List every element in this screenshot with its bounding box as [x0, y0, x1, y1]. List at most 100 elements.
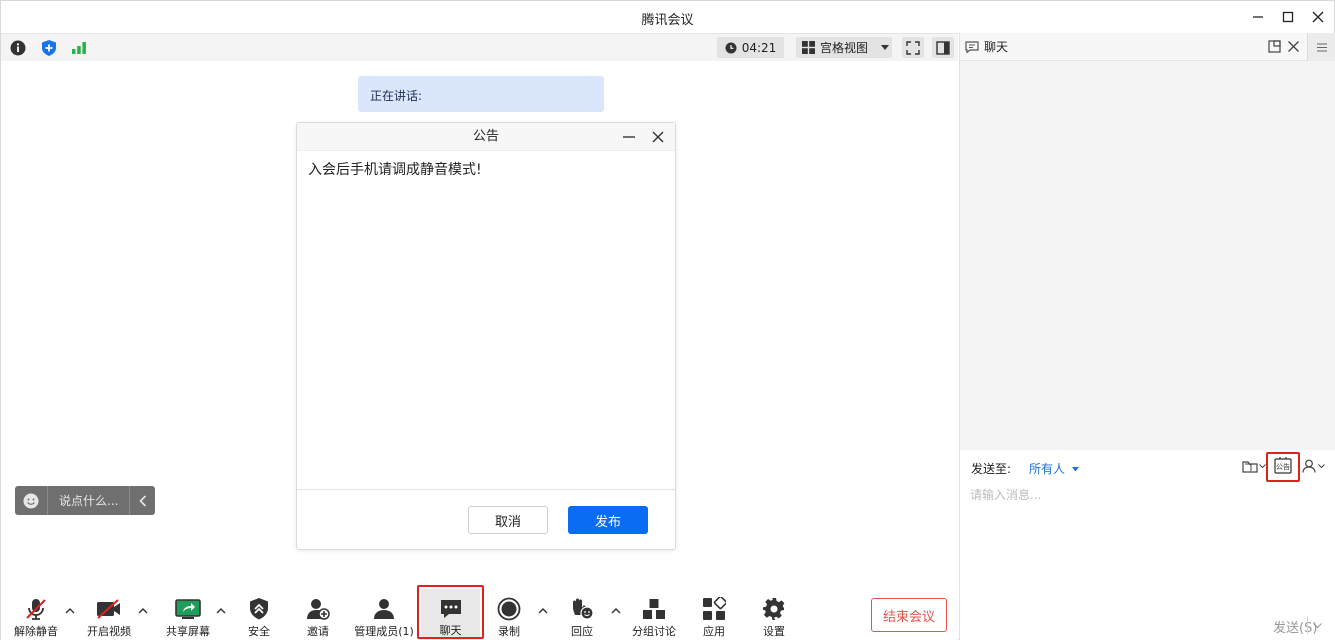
- send-to-value: 所有人: [1029, 462, 1066, 476]
- dialog-footer: 取消 发布: [297, 489, 675, 550]
- share-options-caret-icon[interactable]: [215, 605, 227, 617]
- collapse-comment-button[interactable]: [129, 486, 155, 515]
- reaction-icon: [573, 598, 594, 620]
- record-button[interactable]: 录制: [487, 581, 531, 640]
- sidebar-layout-icon: [936, 40, 950, 55]
- publish-button[interactable]: 发布: [568, 506, 648, 534]
- close-window-button[interactable]: [1304, 5, 1332, 29]
- video-off-icon: [97, 599, 120, 619]
- meeting-info-button[interactable]: [8, 38, 28, 58]
- breakout-rooms-button[interactable]: 分组讨论: [628, 581, 680, 640]
- clock-icon: [725, 42, 737, 53]
- send-divider: [1307, 616, 1308, 634]
- file-icon[interactable]: [1242, 459, 1258, 473]
- unmute-button[interactable]: 解除静音: [11, 581, 61, 640]
- end-meeting-button[interactable]: 结束会议: [871, 598, 947, 632]
- send-options-chevron-icon[interactable]: [1313, 623, 1322, 629]
- cancel-button[interactable]: 取消: [468, 506, 548, 534]
- announcement-content: 入会后手机请调成静音模式!: [308, 162, 482, 178]
- dropdown-caret-icon: [881, 44, 890, 50]
- invite-icon: [307, 599, 330, 620]
- signal-icon: [72, 42, 86, 54]
- close-chat-icon[interactable]: [1287, 40, 1300, 53]
- menu-icon: [1317, 43, 1327, 51]
- minimize-button[interactable]: [1244, 5, 1272, 29]
- gear-icon: [763, 598, 785, 620]
- toolbar-label: 共享屏幕: [166, 625, 210, 638]
- toggle-sidebar-button[interactable]: [932, 37, 954, 58]
- mic-muted-icon: [26, 599, 46, 620]
- quick-comment-bar[interactable]: 说点什么...: [15, 486, 155, 515]
- chat-message-input[interactable]: 请输入消息...: [970, 486, 1041, 503]
- apps-icon: [703, 597, 726, 620]
- chat-menu-button[interactable]: [1307, 33, 1335, 61]
- toolbar-label: 录制: [498, 625, 520, 638]
- video-options-caret-icon[interactable]: [137, 605, 149, 617]
- record-icon: [497, 597, 521, 621]
- toolbar-label: 解除静音: [14, 625, 58, 638]
- shield-icon: [250, 598, 268, 620]
- chevron-down-icon[interactable]: [1318, 464, 1325, 469]
- minimize-icon: [1253, 16, 1263, 18]
- settings-button[interactable]: 设置: [752, 581, 796, 640]
- user-icon[interactable]: [1302, 459, 1316, 473]
- dialog-title: 公告: [297, 123, 675, 151]
- fullscreen-icon: [906, 40, 920, 55]
- announcement-button-highlight: [1266, 452, 1300, 482]
- network-status-button[interactable]: [69, 38, 89, 58]
- shield-plus-icon: [42, 40, 56, 56]
- emoji-button[interactable]: [15, 486, 48, 515]
- record-options-caret-icon[interactable]: [537, 605, 549, 617]
- smiley-icon: [23, 493, 39, 508]
- info-icon: [10, 40, 26, 56]
- window-title: 腾讯会议: [641, 13, 694, 28]
- popout-icon[interactable]: [1268, 40, 1281, 53]
- fullscreen-button[interactable]: [902, 37, 924, 58]
- start-video-button[interactable]: 开启视频: [84, 581, 134, 640]
- share-screen-button[interactable]: 共享屏幕: [163, 581, 213, 640]
- chat-button-highlight: [417, 585, 484, 639]
- dropdown-caret-icon: [1071, 467, 1079, 472]
- meeting-top-bar: 04:21 宫格视图: [1, 33, 958, 61]
- chat-panel: 聊天 发送至: 所有人 公告 请输入消息... 发送(S): [959, 33, 1335, 640]
- chat-title: 聊天: [984, 40, 1009, 54]
- chevron-down-icon[interactable]: [1259, 464, 1266, 469]
- chevron-left-icon: [138, 494, 146, 507]
- maximize-button[interactable]: [1274, 5, 1302, 29]
- toolbar-label: 开启视频: [87, 625, 131, 638]
- send-to-label: 发送至:: [971, 462, 1012, 476]
- view-selector[interactable]: 宫格视图: [796, 37, 892, 58]
- quick-comment-input[interactable]: 说点什么...: [48, 492, 129, 509]
- chat-history: [960, 61, 1335, 450]
- reaction-button[interactable]: 回应: [560, 581, 604, 640]
- announcement-dialog: 公告 入会后手机请调成静音模式! 取消 发布: [296, 122, 676, 550]
- meeting-timer: 04:21: [717, 37, 784, 58]
- toolbar-label: 设置: [763, 625, 785, 638]
- meeting-window: 腾讯会议 04:21 宫格视图 正在讲话: 公告 入会后手机请调成静音模式! 取…: [0, 0, 1335, 640]
- toolbar-label: 邀请: [307, 625, 329, 638]
- security-status-button[interactable]: [39, 38, 59, 58]
- maximize-icon: [1282, 11, 1294, 23]
- title-bar: 腾讯会议: [1, 1, 1334, 33]
- view-label: 宫格视图: [820, 41, 869, 55]
- toolbar-label: 安全: [248, 625, 270, 638]
- toolbar-label: 回应: [571, 625, 593, 638]
- audio-options-caret-icon[interactable]: [64, 605, 76, 617]
- toolbar-label: 分组讨论: [632, 625, 676, 638]
- toolbar-label: 管理成员(1): [354, 625, 414, 638]
- invite-button[interactable]: 邀请: [296, 581, 340, 640]
- chat-bubble-icon: [965, 40, 979, 53]
- manage-members-button[interactable]: 管理成员(1): [352, 581, 416, 640]
- close-icon: [1312, 11, 1324, 23]
- announcement-text-area[interactable]: 入会后手机请调成静音模式!: [297, 152, 675, 489]
- security-button[interactable]: 安全: [237, 581, 281, 640]
- reaction-options-caret-icon[interactable]: [610, 605, 622, 617]
- apps-button[interactable]: 应用: [692, 581, 736, 640]
- main-video-area: 正在讲话: 公告 入会后手机请调成静音模式! 取消 发布 说点什么...: [1, 61, 958, 581]
- share-screen-icon: [175, 599, 201, 619]
- dialog-close-icon[interactable]: [650, 129, 666, 145]
- members-icon: [374, 599, 394, 619]
- dialog-minimize-icon[interactable]: [621, 129, 637, 145]
- send-to-selector[interactable]: 所有人: [1029, 460, 1079, 477]
- send-button[interactable]: 发送(S): [1273, 617, 1317, 636]
